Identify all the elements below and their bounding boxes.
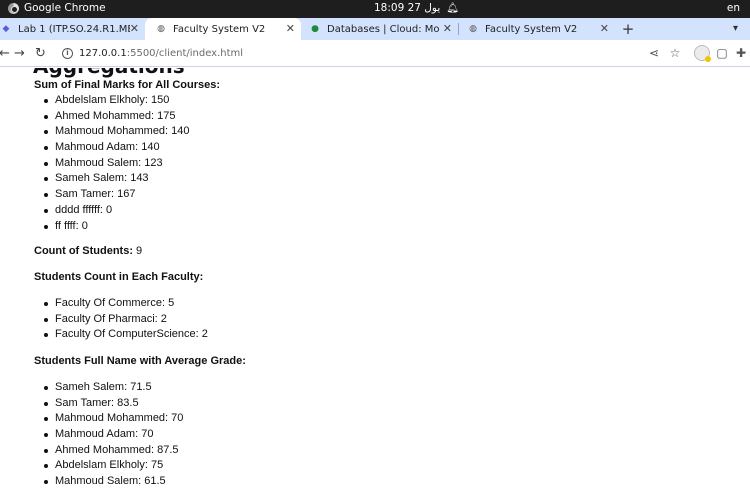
tab-strip: ◆ Lab 1 (ITP.SO.24.R1.MEAR ✕ ◍ Faculty S… [0, 18, 750, 40]
list-item: Ahmed Mohammed: 175 [44, 109, 190, 125]
clock-text: 18:09 27 يول [374, 2, 441, 14]
close-icon[interactable]: ✕ [600, 22, 609, 35]
count-students: Count of Students: 9 [34, 245, 142, 257]
list-item: Sam Tamer: 167 [44, 187, 190, 203]
tab-search-chevron-icon[interactable]: ▾ [733, 18, 738, 40]
extension-icon[interactable]: ▢ [714, 45, 730, 61]
average-grade-title: Students Full Name with Average Grade: [34, 355, 246, 367]
extension-avatar-icon[interactable] [694, 45, 711, 62]
list-item: Mahmoud Mohammed: 140 [44, 124, 190, 140]
tab-label: Lab 1 (ITP.SO.24.R1.MEAR [18, 23, 130, 35]
list-item: Abdelslam Elkholy: 75 [43, 458, 183, 474]
tab-label: Faculty System V2 [485, 23, 578, 35]
url-host: 127.0.0.1 [79, 48, 127, 59]
list-item: Abdelslam Elkholy: 150 [44, 93, 190, 109]
close-icon[interactable]: ✕ [443, 22, 452, 35]
app-name: Google Chrome [24, 2, 106, 14]
list-item: Sam Tamer: 83.5 [43, 396, 183, 412]
tab-mongodb[interactable]: ● Databases | Cloud: Mong ✕ [301, 18, 458, 40]
list-item: Mahmoud Adam: 70 [43, 427, 183, 443]
system-top-bar: Google Chrome 18:09 27 يول 🔔︎ en [0, 0, 750, 18]
bookmark-star-icon[interactable]: ☆ [667, 45, 683, 61]
count-students-value: 9 [136, 245, 143, 257]
list-item: Sameh Salem: 143 [44, 171, 190, 187]
lab-icon: ◆ [2, 24, 10, 34]
language-indicator[interactable]: en [727, 2, 740, 14]
list-item: Mahmoud Salem: 61.5 [43, 474, 183, 490]
reload-button[interactable]: ↻ [32, 45, 49, 62]
mongodb-leaf-icon: ● [311, 24, 319, 34]
list-item: Mahmoud Salem: 123 [44, 156, 190, 172]
faculty-count-list: Faculty Of Commerce: 5 Faculty Of Pharma… [44, 296, 208, 343]
new-tab-button[interactable]: + [621, 18, 635, 40]
forward-button[interactable]: → [11, 45, 28, 62]
chrome-icon [8, 2, 19, 14]
average-grade-list: Sameh Salem: 71.5 Sam Tamer: 83.5 Mahmou… [43, 380, 183, 490]
list-item: Mahmoud Mohammed: 70 [43, 411, 183, 427]
close-icon[interactable]: ✕ [130, 22, 139, 35]
globe-icon: ◍ [469, 24, 477, 34]
tab-lab1[interactable]: ◆ Lab 1 (ITP.SO.24.R1.MEAR ✕ [0, 18, 145, 40]
active-app[interactable]: Google Chrome [8, 2, 106, 14]
puzzle-extensions-icon[interactable]: ✚ [733, 45, 749, 61]
list-item: Mahmoud Adam: 140 [44, 140, 190, 156]
close-icon[interactable]: ✕ [286, 22, 295, 35]
list-item: Faculty Of Pharmaci: 2 [44, 312, 208, 328]
sum-marks-list: Abdelslam Elkholy: 150 Ahmed Mohammed: 1… [44, 93, 190, 235]
list-item: ff ffff: 0 [44, 219, 190, 235]
page-heading: Aggregations [33, 68, 185, 78]
tab-faculty-system[interactable]: ◍ Faculty System V2 ✕ [459, 18, 615, 40]
tab-faculty-system-active[interactable]: ◍ Faculty System V2 ✕ [145, 18, 301, 40]
list-item: Faculty Of ComputerScience: 2 [44, 327, 208, 343]
globe-icon: ◍ [157, 24, 165, 34]
list-item: Faculty Of Commerce: 5 [44, 296, 208, 312]
tab-label: Databases | Cloud: Mong [327, 23, 439, 35]
url-path: :5500/client/index.html [126, 48, 244, 59]
bell-icon: 🔔︎ [446, 2, 459, 14]
faculty-count-title: Students Count in Each Faculty: [34, 271, 204, 283]
site-info-icon[interactable]: i [62, 48, 73, 59]
tab-label: Faculty System V2 [173, 23, 266, 35]
count-students-title: Count of Students: [34, 245, 133, 257]
list-item: dddd ffffff: 0 [44, 203, 190, 219]
sum-marks-title: Sum of Final Marks for All Courses: [34, 79, 221, 91]
address-bar[interactable]: i 127.0.0.1:5500/client/index.html [52, 43, 638, 64]
list-item: Ahmed Mohammed: 87.5 [43, 443, 183, 459]
share-icon[interactable]: ⋖ [646, 45, 662, 61]
page-content: Aggregations Sum of Final Marks for All … [0, 68, 750, 500]
clock[interactable]: 18:09 27 يول 🔔︎ [374, 2, 459, 14]
list-item: Sameh Salem: 71.5 [43, 380, 183, 396]
browser-toolbar: ← → ↻ i 127.0.0.1:5500/client/index.html… [0, 40, 750, 67]
